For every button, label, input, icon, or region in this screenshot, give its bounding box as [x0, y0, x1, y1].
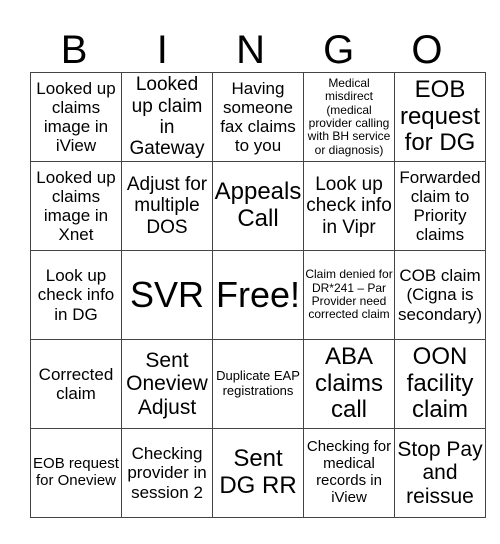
- bingo-cell[interactable]: Looked up claims image in iView: [30, 72, 122, 162]
- bingo-cell[interactable]: Medical misdirect (medical provider call…: [303, 72, 395, 162]
- board-row: Look up check info in DG SVR Free! Claim…: [30, 250, 486, 340]
- bingo-cell[interactable]: Duplicate EAP registrations: [212, 339, 304, 429]
- bingo-cell[interactable]: Sent Oneview Adjust: [121, 339, 213, 429]
- bingo-cell[interactable]: Checking for medical records in iView: [303, 428, 395, 518]
- bingo-cell[interactable]: Stop Pay and reissue: [394, 428, 486, 518]
- bingo-cell[interactable]: Look up check info in Vipr: [303, 161, 395, 251]
- bingo-cell[interactable]: COB claim (Cigna is secondary): [394, 250, 486, 340]
- bingo-cell[interactable]: Looked up claims image in Xnet: [30, 161, 122, 251]
- board-row: Looked up claims image in Xnet Adjust fo…: [30, 161, 486, 251]
- header-letter-o: O: [411, 28, 443, 72]
- bingo-cell[interactable]: Look up check info in DG: [30, 250, 122, 340]
- board-row: Corrected claim Sent Oneview Adjust Dupl…: [30, 339, 486, 429]
- bingo-cell[interactable]: Forwarded claim to Priority claims: [394, 161, 486, 251]
- board-row: Looked up claims image in iView Looked u…: [30, 72, 486, 162]
- bingo-header: B I N G O: [30, 28, 471, 72]
- bingo-board: Looked up claims image in iView Looked u…: [30, 72, 486, 518]
- bingo-cell[interactable]: Sent DG RR: [212, 428, 304, 518]
- bingo-cell[interactable]: Corrected claim: [30, 339, 122, 429]
- bingo-cell[interactable]: Claim denied for DR*241 – Par Provider n…: [303, 250, 395, 340]
- bingo-cell[interactable]: Adjust for multiple DOS: [121, 161, 213, 251]
- board-row: EOB request for Oneview Checking provide…: [30, 428, 486, 518]
- bingo-cell[interactable]: EOB request for DG: [394, 72, 486, 162]
- header-letter-b: B: [60, 28, 88, 72]
- bingo-cell[interactable]: Looked up claim in Gateway: [121, 72, 213, 162]
- bingo-cell[interactable]: Appeals Call: [212, 161, 304, 251]
- header-letter-i: I: [156, 28, 168, 72]
- bingo-cell[interactable]: EOB request for Oneview: [30, 428, 122, 518]
- free-cell[interactable]: Free!: [212, 250, 304, 340]
- bingo-cell[interactable]: OON facility claim: [394, 339, 486, 429]
- bingo-cell[interactable]: SVR: [121, 250, 213, 340]
- bingo-cell[interactable]: Checking provider in session 2: [121, 428, 213, 518]
- bingo-cell[interactable]: ABA claims call: [303, 339, 395, 429]
- bingo-cell[interactable]: Having someone fax claims to you: [212, 72, 304, 162]
- header-letter-g: G: [323, 28, 355, 72]
- header-letter-n: N: [236, 28, 265, 72]
